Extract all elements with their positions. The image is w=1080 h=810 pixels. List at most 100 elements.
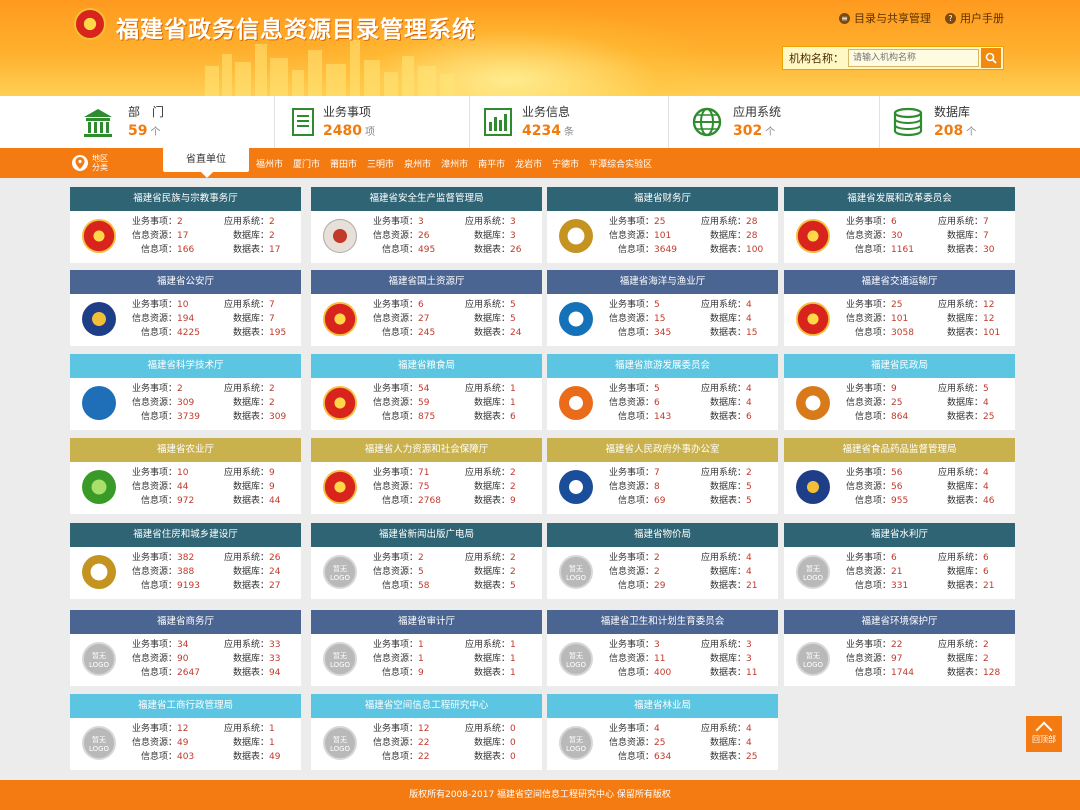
tab-city-putian[interactable]: 莆田市 [330, 157, 357, 170]
department-card-title[interactable]: 福建省民族与宗教事务厅 [70, 187, 301, 211]
department-card[interactable]: 福建省粮食局 业务事项：54 应用系统：1 信息资源：59 数据库：1 信息项：… [311, 354, 542, 430]
department-card-title[interactable]: 福建省国土资源厅 [311, 270, 542, 294]
department-card[interactable]: 福建省科学技术厅 业务事项：2 应用系统：2 信息资源：309 数据库：2 信息… [70, 354, 301, 430]
label-info-items: 信息项： [618, 328, 655, 338]
tab-city-pingtan[interactable]: 平潭综合实验区 [589, 157, 652, 170]
label-info-resources: 信息资源： [609, 398, 655, 408]
department-card-title[interactable]: 福建省环境保护厅 [784, 610, 1015, 634]
department-card-title[interactable]: 福建省民政局 [784, 354, 1015, 378]
label-databases: 数据库： [233, 567, 270, 577]
label-data-tables: 数据表： [710, 412, 747, 422]
department-card[interactable]: 福建省海洋与渔业厅 业务事项：5 应用系统：4 信息资源：15 数据库：4 信息… [547, 270, 778, 346]
label-info-items: 信息项： [855, 328, 892, 338]
tab-city-longyan[interactable]: 龙岩市 [515, 157, 542, 170]
label-data-tables: 数据表： [710, 328, 747, 338]
value-databases: 4 [746, 314, 752, 324]
search-button[interactable] [981, 48, 1001, 68]
tab-city-fuzhou[interactable]: 福州市 [256, 157, 283, 170]
label-data-tables: 数据表： [474, 581, 511, 591]
department-card-title[interactable]: 福建省物价局 [547, 523, 778, 547]
department-card[interactable]: 福建省新闻出版广电局 暂无 LOGO 业务事项：2 应用系统：2 信息资源：5 数… [311, 523, 542, 599]
department-card-title[interactable]: 福建省人力资源和社会保障厅 [311, 438, 542, 462]
department-card-title[interactable]: 福建省粮食局 [311, 354, 542, 378]
department-card-title[interactable]: 福建省林业局 [547, 694, 778, 718]
department-card-title[interactable]: 福建省交通运输厅 [784, 270, 1015, 294]
value-data-tables: 46 [983, 496, 995, 506]
department-card[interactable]: 福建省物价局 暂无 LOGO 业务事项：2 应用系统：4 信息资源：2 数据库：4… [547, 523, 778, 599]
department-card-title[interactable]: 福建省科学技术厅 [70, 354, 301, 378]
department-card[interactable]: 福建省人民政府外事办公室 业务事项：7 应用系统：2 信息资源：8 数据库：5 … [547, 438, 778, 514]
department-card-title[interactable]: 福建省海洋与渔业厅 [547, 270, 778, 294]
tab-city-quanzhou[interactable]: 泉州市 [404, 157, 431, 170]
department-card-stats: 业务事项：3 应用系统：3 信息资源：26 数据库：3 信息项：495 数据表：… [373, 216, 538, 257]
department-card[interactable]: 福建省住房和城乡建设厅 业务事项：382 应用系统：26 信息资源：388 数据… [70, 523, 301, 599]
database-icon [893, 107, 923, 137]
footer-copyright: 版权所有2008-2017 福建省空间信息工程研究中心 保留所有版权 [0, 780, 1080, 810]
value-databases: 4 [746, 738, 752, 748]
label-business-items: 业务事项： [132, 384, 178, 394]
department-card[interactable]: 福建省交通运输厅 业务事项：25 应用系统：12 信息资源：101 数据库：12… [784, 270, 1015, 346]
department-card-title[interactable]: 福建省安全生产监督管理局 [311, 187, 542, 211]
department-card[interactable]: 福建省公安厅 业务事项：10 应用系统：7 信息资源：194 数据库：7 信息项… [70, 270, 301, 346]
tab-city-sanming[interactable]: 三明市 [367, 157, 394, 170]
back-to-top-button[interactable]: 回顶部 [1026, 716, 1062, 752]
department-card-title[interactable]: 福建省卫生和计划生育委员会 [547, 610, 778, 634]
department-card[interactable]: 福建省发展和改革委员会 业务事项：6 应用系统：7 信息资源：30 数据库：7 … [784, 187, 1015, 263]
label-info-resources: 信息资源： [846, 231, 892, 241]
stat-business-info: 业务信息 4234 条 [470, 96, 669, 148]
department-card-title[interactable]: 福建省公安厅 [70, 270, 301, 294]
department-card-title[interactable]: 福建省财务厅 [547, 187, 778, 211]
department-card[interactable]: 福建省民族与宗教事务厅 业务事项：2 应用系统：2 信息资源：17 数据库：2 … [70, 187, 301, 263]
label-app-systems: 应用系统： [701, 300, 747, 310]
tab-city-nanping[interactable]: 南平市 [478, 157, 505, 170]
department-card[interactable]: 福建省工商行政管理局 暂无 LOGO 业务事项：12 应用系统：1 信息资源：49… [70, 694, 301, 770]
user-manual-link[interactable]: ? 用户手册 [945, 10, 1004, 26]
department-card-title[interactable]: 福建省食品药品监督管理局 [784, 438, 1015, 462]
department-card[interactable]: 福建省水利厅 暂无 LOGO 业务事项：6 应用系统：6 信息资源：21 数据库：… [784, 523, 1015, 599]
department-card-title[interactable]: 福建省旅游发展委员会 [547, 354, 778, 378]
department-card[interactable]: 福建省商务厅 暂无 LOGO 业务事项：34 应用系统：33 信息资源：90 数据… [70, 610, 301, 686]
no-logo-text-1: 暂无 [333, 565, 347, 573]
label-info-resources: 信息资源： [609, 738, 655, 748]
label-info-resources: 信息资源： [846, 567, 892, 577]
department-card-title[interactable]: 福建省发展和改革委员会 [784, 187, 1015, 211]
department-card[interactable]: 福建省农业厅 业务事项：10 应用系统：9 信息资源：44 数据库：9 信息项：… [70, 438, 301, 514]
department-card-body: 业务事项：10 应用系统：7 信息资源：194 数据库：7 信息项：4225 数… [70, 294, 301, 346]
department-card-title[interactable]: 福建省商务厅 [70, 610, 301, 634]
department-card-title[interactable]: 福建省新闻出版广电局 [311, 523, 542, 547]
department-card[interactable]: 福建省空间信息工程研究中心 暂无 LOGO 业务事项：12 应用系统：0 信息资源… [311, 694, 542, 770]
tab-city-ningde[interactable]: 宁德市 [552, 157, 579, 170]
department-card[interactable]: 福建省人力资源和社会保障厅 业务事项：71 应用系统：2 信息资源：75 数据库… [311, 438, 542, 514]
department-card[interactable]: 福建省国土资源厅 业务事项：6 应用系统：5 信息资源：27 数据库：5 信息项… [311, 270, 542, 346]
tab-city-zhangzhou[interactable]: 漳州市 [441, 157, 468, 170]
department-logo-icon [323, 470, 357, 504]
value-info-resources: 101 [891, 314, 909, 324]
org-search-input[interactable] [848, 49, 979, 67]
department-card[interactable]: 福建省安全生产监督管理局 业务事项：3 应用系统：3 信息资源：26 数据库：3… [311, 187, 542, 263]
department-card-title[interactable]: 福建省空间信息工程研究中心 [311, 694, 542, 718]
department-card[interactable]: 福建省卫生和计划生育委员会 暂无 LOGO 业务事项：3 应用系统：3 信息资源：… [547, 610, 778, 686]
label-data-tables: 数据表： [947, 496, 984, 506]
department-card-title[interactable]: 福建省住房和城乡建设厅 [70, 523, 301, 547]
tab-city-xiamen[interactable]: 厦门市 [293, 157, 320, 170]
no-logo-text-2: LOGO [565, 661, 587, 669]
value-app-systems: 2 [269, 384, 275, 394]
department-card[interactable]: 福建省财务厅 业务事项：25 应用系统：28 信息资源：101 数据库：28 信… [547, 187, 778, 263]
catalog-share-link[interactable]: ≡ 目录与共享管理 [839, 10, 931, 26]
chart-doc-icon [484, 108, 512, 136]
department-card[interactable]: 福建省环境保护厅 暂无 LOGO 业务事项：22 应用系统：2 信息资源：97 数… [784, 610, 1015, 686]
tab-provincial-units[interactable]: 省直单位 [163, 148, 249, 178]
department-card-title[interactable]: 福建省人民政府外事办公室 [547, 438, 778, 462]
department-card[interactable]: 福建省审计厅 暂无 LOGO 业务事项：1 应用系统：1 信息资源：1 数据库：1… [311, 610, 542, 686]
department-card[interactable]: 福建省旅游发展委员会 业务事项：5 应用系统：4 信息资源：6 数据库：4 信息… [547, 354, 778, 430]
department-card[interactable]: 福建省民政局 业务事项：9 应用系统：5 信息资源：25 数据库：4 信息项：8… [784, 354, 1015, 430]
department-card-title[interactable]: 福建省水利厅 [784, 523, 1015, 547]
summary-stats-bar: 部 门 59 个 业务事项 2480 项 业务信息 4234 条 应用系统 30… [0, 96, 1080, 148]
department-card-title[interactable]: 福建省农业厅 [70, 438, 301, 462]
value-info-resources: 388 [177, 567, 195, 577]
department-card-title[interactable]: 福建省审计厅 [311, 610, 542, 634]
department-card[interactable]: 福建省林业局 暂无 LOGO 业务事项：4 应用系统：4 信息资源：25 数据库：… [547, 694, 778, 770]
department-card[interactable]: 福建省食品药品监督管理局 业务事项：56 应用系统：4 信息资源：56 数据库：… [784, 438, 1015, 514]
department-logo-icon [82, 470, 116, 504]
department-card-title[interactable]: 福建省工商行政管理局 [70, 694, 301, 718]
